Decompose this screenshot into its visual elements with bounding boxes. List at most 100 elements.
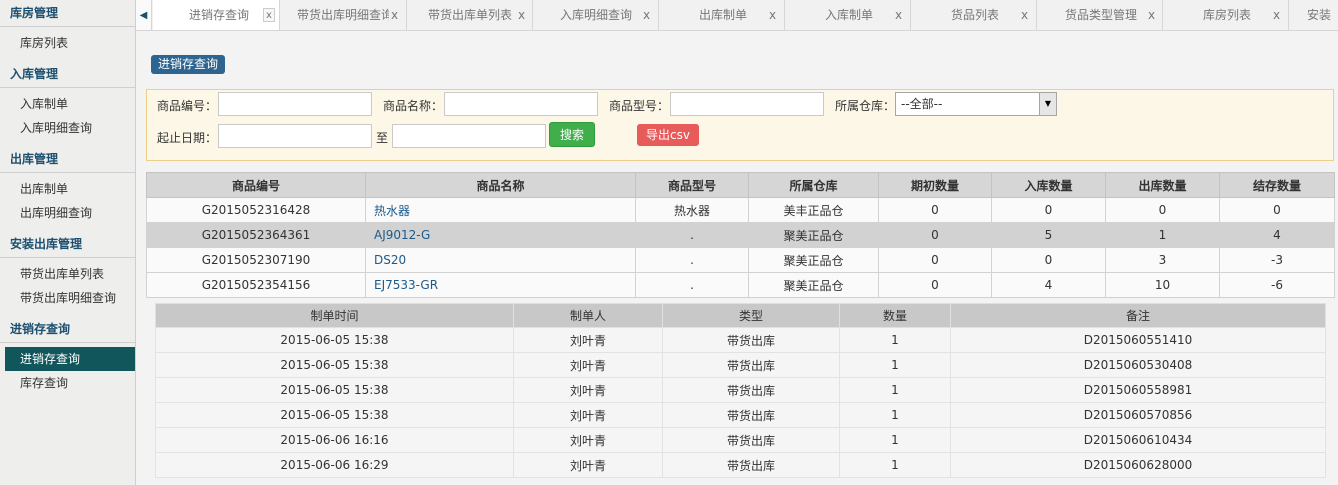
product-name-link[interactable]: DS20 xyxy=(365,247,636,273)
sidebar-item-outbound-order[interactable]: 出库制单 xyxy=(0,177,135,201)
tab-carry-outbound-list[interactable]: 带货出库单列表 x xyxy=(407,0,533,30)
table-row[interactable]: 2015-06-05 15:38 刘叶青 带货出库 1 D20150605589… xyxy=(155,377,1326,403)
remark-cell: D2015060530408 xyxy=(950,352,1326,378)
table-row-selected[interactable]: G2015052364361 AJ9012-G . 聚美正品仓 0 5 1 4 xyxy=(146,222,1335,248)
product-name-link[interactable]: 热水器 xyxy=(365,197,636,223)
sidebar-item-outbound-detail[interactable]: 出库明细查询 xyxy=(0,201,135,225)
filter-panel: 商品编号： 商品名称： 商品型号： 所属仓库： --全部-- ▼ 起止日期： 至… xyxy=(146,89,1334,161)
product-code-input[interactable] xyxy=(218,92,372,116)
tab-inventory-query[interactable]: 进销存查询 x xyxy=(153,0,280,30)
product-code-cell: G2015052316428 xyxy=(146,197,366,223)
close-icon[interactable]: x xyxy=(895,0,902,30)
sidebar-item-inbound-detail[interactable]: 入库明细查询 xyxy=(0,116,135,140)
tab-carry-outbound-detail[interactable]: 带货出库明细查询 x xyxy=(280,0,407,30)
table-row[interactable]: G2015052316428 热水器 热水器 美丰正品仓 0 0 0 0 xyxy=(146,197,1335,223)
warehouse-select[interactable]: --全部-- ▼ xyxy=(895,92,1057,116)
date-to-label: 至 xyxy=(376,131,389,145)
close-icon[interactable]: x xyxy=(643,0,650,30)
creator-cell: 刘叶青 xyxy=(513,377,663,403)
tab-label: 入库制单 xyxy=(825,8,874,22)
sidebar-item-inbound-order[interactable]: 入库制单 xyxy=(0,92,135,116)
warehouse-select-value: --全部-- xyxy=(901,97,943,111)
tab-inbound-order[interactable]: 入库制单 x xyxy=(785,0,911,30)
tab-inbound-detail[interactable]: 入库明细查询 x xyxy=(533,0,659,30)
remark-cell: D2015060628000 xyxy=(950,452,1326,478)
column-header[interactable]: 商品编号 xyxy=(146,172,366,198)
sidebar-group-inventory-query[interactable]: 进销存查询 xyxy=(0,316,135,343)
dropdown-arrow-icon[interactable]: ▼ xyxy=(1039,93,1056,115)
product-model-cell: 热水器 xyxy=(635,197,749,223)
tab-label: 带货出库单列表 xyxy=(428,8,513,22)
column-header[interactable]: 备注 xyxy=(950,303,1326,328)
creator-cell: 刘叶青 xyxy=(513,452,663,478)
column-header[interactable]: 数量 xyxy=(839,303,951,328)
sidebar-group-outbound[interactable]: 出库管理 xyxy=(0,146,135,173)
column-header[interactable]: 类型 xyxy=(662,303,840,328)
quantity-cell: 1 xyxy=(839,402,951,428)
sidebar-group-warehouse[interactable]: 库房管理 xyxy=(0,0,135,27)
product-model-cell: . xyxy=(635,247,749,273)
tab-scroll-left-icon[interactable]: ◀ xyxy=(136,0,152,30)
close-icon[interactable]: x xyxy=(391,0,398,30)
table-row[interactable]: G2015052354156 EJ7533-GR . 聚美正品仓 0 4 10 … xyxy=(146,272,1335,298)
product-name-link[interactable]: AJ9012-G xyxy=(365,222,636,248)
tab-bar: ◀ 进销存查询 x 带货出库明细查询 x 带货出库单列表 x 入库明细查询 x … xyxy=(136,0,1338,31)
tab-goods-list[interactable]: 货品列表 x xyxy=(911,0,1037,30)
sidebar-group-inbound[interactable]: 入库管理 xyxy=(0,61,135,88)
sidebar-item-carry-outbound-list[interactable]: 带货出库单列表 xyxy=(0,262,135,286)
column-header[interactable]: 结存数量 xyxy=(1219,172,1335,198)
column-header[interactable]: 制单时间 xyxy=(155,303,514,328)
product-name-input[interactable] xyxy=(444,92,598,116)
product-model-cell: . xyxy=(635,222,749,248)
tab-outbound-order[interactable]: 出库制单 x xyxy=(659,0,785,30)
product-name-label: 商品名称： xyxy=(383,99,444,113)
sidebar-item-stock-query[interactable]: 库存查询 xyxy=(0,371,135,395)
tab-warehouse-list[interactable]: 库房列表 x xyxy=(1163,0,1289,30)
warehouse-cell: 聚美正品仓 xyxy=(748,222,879,248)
product-name-link[interactable]: EJ7533-GR xyxy=(365,272,636,298)
sidebar-item-warehouse-list[interactable]: 库房列表 xyxy=(0,31,135,55)
tab-install[interactable]: 安装 xyxy=(1289,0,1338,30)
column-header[interactable]: 入库数量 xyxy=(991,172,1106,198)
quantity-cell: 1 xyxy=(839,352,951,378)
table-row[interactable]: 2015-06-05 15:38 刘叶青 带货出库 1 D20150605708… xyxy=(155,402,1326,428)
opening-qty-cell: 0 xyxy=(878,222,992,248)
column-header[interactable]: 制单人 xyxy=(513,303,663,328)
export-csv-button[interactable]: 导出csv xyxy=(637,124,699,146)
sidebar-item-carry-outbound-detail[interactable]: 带货出库明细查询 xyxy=(0,286,135,310)
sidebar-group-install-outbound[interactable]: 安装出库管理 xyxy=(0,231,135,258)
column-header[interactable]: 出库数量 xyxy=(1105,172,1220,198)
column-header[interactable]: 商品型号 xyxy=(635,172,749,198)
close-icon[interactable]: x xyxy=(518,0,525,30)
product-model-input[interactable] xyxy=(670,92,824,116)
opening-qty-cell: 0 xyxy=(878,197,992,223)
column-header[interactable]: 期初数量 xyxy=(878,172,992,198)
end-date-input[interactable] xyxy=(392,124,546,148)
remark-cell: D2015060610434 xyxy=(950,427,1326,453)
warehouse-label: 所属仓库： xyxy=(835,99,896,113)
product-model-cell: . xyxy=(635,272,749,298)
order-time-cell: 2015-06-05 15:38 xyxy=(155,352,514,378)
outbound-qty-cell: 1 xyxy=(1105,222,1220,248)
close-icon[interactable]: x xyxy=(1148,0,1155,30)
close-icon[interactable]: x xyxy=(769,0,776,30)
column-header[interactable]: 所属仓库 xyxy=(748,172,879,198)
table-row[interactable]: 2015-06-06 16:29 刘叶青 带货出库 1 D20150606280… xyxy=(155,452,1326,478)
table-row[interactable]: 2015-06-06 16:16 刘叶青 带货出库 1 D20150606104… xyxy=(155,427,1326,453)
close-icon[interactable]: x xyxy=(1273,0,1280,30)
sidebar-item-inventory-query[interactable]: 进销存查询 xyxy=(5,347,135,371)
product-model-label: 商品型号： xyxy=(609,99,670,113)
search-button[interactable]: 搜索 xyxy=(549,122,595,147)
tab-label: 货品列表 xyxy=(951,8,1000,22)
quantity-cell: 1 xyxy=(839,327,951,353)
table-row[interactable]: G2015052307190 DS20 . 聚美正品仓 0 0 3 -3 xyxy=(146,247,1335,273)
close-icon[interactable]: x xyxy=(263,8,275,22)
tab-goods-type[interactable]: 货品类型管理 x xyxy=(1037,0,1163,30)
inbound-qty-cell: 5 xyxy=(991,222,1106,248)
warehouse-cell: 美丰正品仓 xyxy=(748,197,879,223)
column-header[interactable]: 商品名称 xyxy=(365,172,636,198)
close-icon[interactable]: x xyxy=(1021,0,1028,30)
start-date-input[interactable] xyxy=(218,124,372,148)
table-row[interactable]: 2015-06-05 15:38 刘叶青 带货出库 1 D20150605514… xyxy=(155,327,1326,353)
table-row[interactable]: 2015-06-05 15:38 刘叶青 带货出库 1 D20150605304… xyxy=(155,352,1326,378)
